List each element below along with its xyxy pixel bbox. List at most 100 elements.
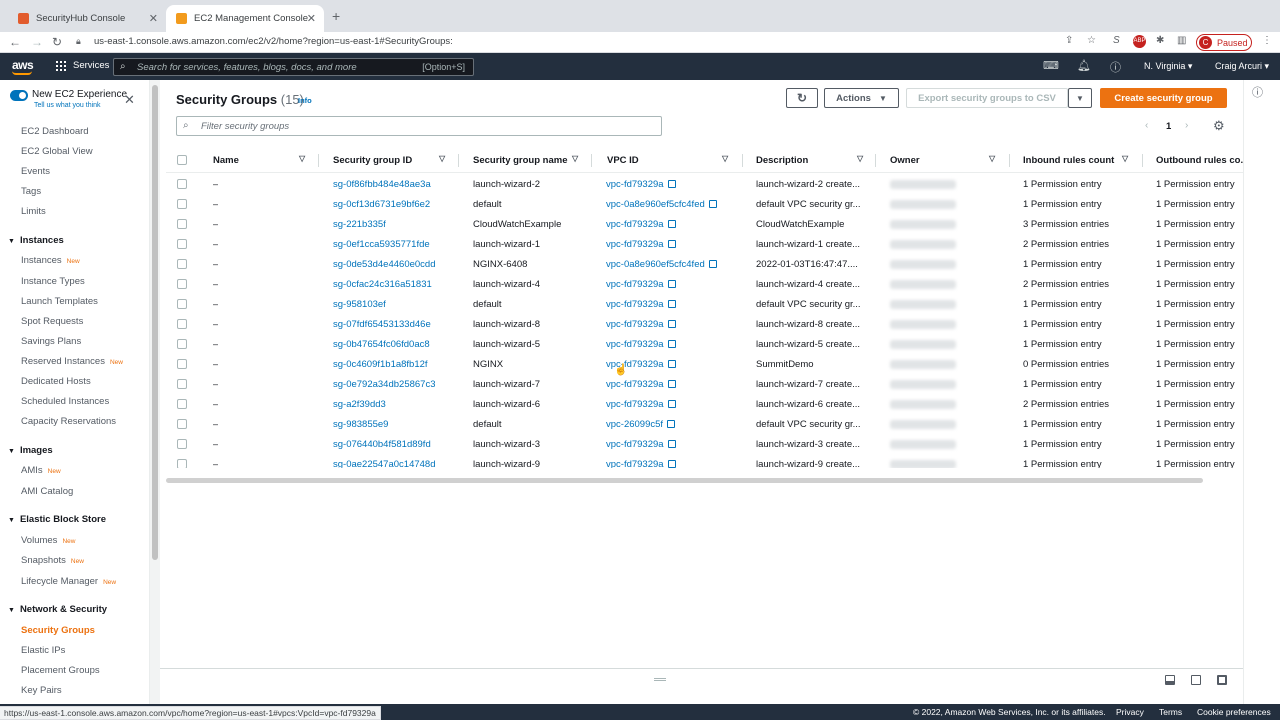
sidebar-item-instance-types[interactable]: Instance Types (21, 276, 85, 287)
services-menu[interactable]: Services (56, 60, 109, 71)
extension-s-icon[interactable]: S (1113, 35, 1120, 46)
page-number[interactable]: 1 (1166, 121, 1171, 132)
sort-icon[interactable]: ▽ (439, 154, 445, 163)
close-icon[interactable]: ✕ (307, 12, 316, 25)
table-row[interactable]: – sg-0cf13d6731e9bf6e2 default vpc-0a8e960e… (166, 194, 1243, 214)
info-link[interactable]: Info (298, 96, 312, 105)
row-checkbox[interactable] (177, 179, 187, 189)
vpc-link-text[interactable]: vpc-fd79329a (606, 459, 664, 468)
cell-security-group-id[interactable]: sg-0b47654fc06fd0ac8 (333, 339, 430, 350)
cell-vpc-id[interactable]: vpc-26099c5f (606, 419, 676, 430)
feedback-link[interactable]: Tell us what you think (34, 102, 101, 109)
table-row[interactable]: – sg-0b47654fc06fd0ac8 launch-wizard-5 vpc-… (166, 334, 1243, 354)
cell-security-group-id[interactable]: sg-07fdf65453133d46e (333, 319, 431, 330)
url-field[interactable]: us-east-1.console.aws.amazon.com/ec2/v2/… (94, 36, 453, 47)
star-icon[interactable]: ☆ (1087, 35, 1096, 46)
sidebar-item-ec2-dashboard[interactable]: EC2 Dashboard (21, 126, 89, 137)
sort-icon[interactable]: ▽ (1122, 154, 1128, 163)
sidebar-item-spot-requests[interactable]: Spot Requests (21, 316, 83, 327)
sidebar-item-key-pairs[interactable]: Key Pairs (21, 685, 62, 696)
aws-logo[interactable]: aws (12, 58, 34, 72)
sidebar-item-snapshots[interactable]: Snapshots New (21, 555, 84, 566)
browser-menu-icon[interactable]: ⋮ (1262, 35, 1272, 46)
sidebar-section-network-security[interactable]: ▼ Network & Security (8, 604, 107, 615)
row-checkbox[interactable] (177, 399, 187, 409)
cell-vpc-id[interactable]: vpc-0a8e960ef5cfc4fed (606, 199, 717, 210)
sidebar-item-events[interactable]: Events (21, 166, 50, 177)
row-checkbox[interactable] (177, 279, 187, 289)
vpc-link-text[interactable]: vpc-0a8e960ef5cfc4fed (606, 259, 705, 270)
cell-vpc-id[interactable]: vpc-0a8e960ef5cfc4fed (606, 259, 717, 270)
table-row[interactable]: – sg-0c4609f1b1a8fb12f NGINX vpc-fd79329a Su… (166, 354, 1243, 374)
column-divider[interactable] (1142, 154, 1143, 167)
sidebar-item-security-groups[interactable]: Security Groups (21, 625, 95, 636)
cell-security-group-id[interactable]: sg-0cfac24c316a51831 (333, 279, 432, 290)
sidebar-item-volumes[interactable]: Volumes New (21, 535, 75, 546)
cell-vpc-id[interactable]: vpc-fd79329a (606, 279, 676, 290)
cell-security-group-id[interactable]: sg-0e792a34db25867c3 (333, 379, 435, 390)
table-row[interactable]: – sg-076440b4f581d89fd launch-wizard-3 vpc-… (166, 434, 1243, 454)
sidebar-section-ebs[interactable]: ▼ Elastic Block Store (8, 514, 106, 525)
split-bottom-layout-icon[interactable] (1165, 675, 1175, 685)
cell-vpc-id[interactable]: vpc-fd79329a (606, 319, 676, 330)
table-row[interactable]: – sg-0cfac24c316a51831 launch-wizard-4 vpc-… (166, 274, 1243, 294)
cell-vpc-id[interactable]: vpc-fd79329a (606, 339, 676, 350)
column-divider[interactable] (1009, 154, 1010, 167)
cell-vpc-id[interactable]: vpc-fd79329a (606, 179, 676, 190)
sort-icon[interactable]: ▽ (989, 154, 995, 163)
row-checkbox[interactable] (177, 319, 187, 329)
cell-vpc-id[interactable]: vpc-fd79329a (606, 459, 676, 468)
sidebar-item-launch-templates[interactable]: Launch Templates (21, 296, 98, 307)
column-header-security-group-name[interactable]: Security group name ▽ (473, 148, 578, 172)
help-icon[interactable]: ⓘ (1110, 59, 1121, 75)
info-circle-icon[interactable]: ⓘ (1252, 84, 1263, 100)
cell-security-group-id[interactable]: sg-0ae22547a0c14748d (333, 459, 435, 468)
column-divider[interactable] (318, 154, 319, 167)
cell-vpc-id[interactable]: vpc-fd79329a (606, 219, 676, 230)
table-row[interactable]: – sg-07fdf65453133d46e launch-wizard-8 vpc-… (166, 314, 1243, 334)
next-page-icon[interactable]: › (1185, 120, 1188, 131)
close-icon[interactable]: ✕ (124, 92, 135, 108)
row-checkbox[interactable] (177, 419, 187, 429)
region-selector[interactable]: N. Virginia ▾ (1144, 61, 1192, 72)
column-header-inbound-rules[interactable]: Inbound rules count ▽ (1023, 148, 1128, 172)
sidebar-section-images[interactable]: ▼ Images (8, 445, 53, 456)
vpc-link-text[interactable]: vpc-fd79329a (606, 319, 664, 330)
cell-vpc-id[interactable]: vpc-fd79329a (606, 299, 676, 310)
cell-security-group-id[interactable]: sg-0de53d4e4460e0cdd (333, 259, 435, 270)
close-icon[interactable]: ✕ (149, 12, 158, 25)
previous-page-icon[interactable]: ‹ (1145, 120, 1148, 131)
cell-security-group-id[interactable]: sg-0cf13d6731e9bf6e2 (333, 199, 430, 210)
tab-securityhub[interactable]: SecurityHub Console ✕ (8, 5, 166, 32)
cell-security-group-id[interactable]: sg-0f86fbb484e48ae3a (333, 179, 431, 190)
cell-security-group-id[interactable]: sg-958103ef (333, 299, 386, 310)
table-row[interactable]: – sg-0ae22547a0c14748d launch-wizard-9 vpc-… (166, 454, 1243, 468)
extensions-icon[interactable]: ✱ (1156, 35, 1164, 46)
new-tab-icon[interactable]: + (332, 8, 340, 24)
tab-ec2-console[interactable]: EC2 Management Console ✕ (166, 5, 324, 32)
filter-input[interactable]: ⌕ Filter security groups (176, 116, 662, 136)
forward-icon[interactable]: → (31, 35, 43, 49)
column-divider[interactable] (458, 154, 459, 167)
cell-security-group-id[interactable]: sg-0c4609f1b1a8fb12f (333, 359, 428, 370)
refresh-button[interactable]: ↻ (786, 88, 818, 108)
actions-button[interactable]: Actions ▼ (824, 88, 899, 108)
cell-security-group-id[interactable]: sg-0ef1cca5935771fde (333, 239, 430, 250)
sidebar-item-dedicated-hosts[interactable]: Dedicated Hosts (21, 376, 91, 387)
sort-icon[interactable]: ▽ (299, 154, 305, 163)
vpc-link-text[interactable]: vpc-fd79329a (606, 219, 664, 230)
sidebar-item-placement-groups[interactable]: Placement Groups (21, 665, 100, 676)
gear-icon[interactable]: ⚙ (1213, 118, 1225, 134)
vpc-link-text[interactable]: vpc-0a8e960ef5cfc4fed (606, 199, 705, 210)
row-checkbox[interactable] (177, 199, 187, 209)
vpc-link-text[interactable]: vpc-fd79329a (606, 439, 664, 450)
table-row[interactable]: – sg-0e792a34db25867c3 launch-wizard-7 vpc-… (166, 374, 1243, 394)
vpc-link-text[interactable]: vpc-fd79329a (606, 399, 664, 410)
terms-link[interactable]: Terms (1159, 707, 1182, 717)
sidebar-scrollbar[interactable] (152, 85, 158, 560)
sidebar-item-limits[interactable]: Limits (21, 206, 46, 217)
sidebar-item-savings-plans[interactable]: Savings Plans (21, 336, 81, 347)
sidebar-item-lifecycle-manager[interactable]: Lifecycle Manager New (21, 576, 116, 587)
row-checkbox[interactable] (177, 379, 187, 389)
profile-button[interactable]: C Paused (1196, 34, 1252, 51)
